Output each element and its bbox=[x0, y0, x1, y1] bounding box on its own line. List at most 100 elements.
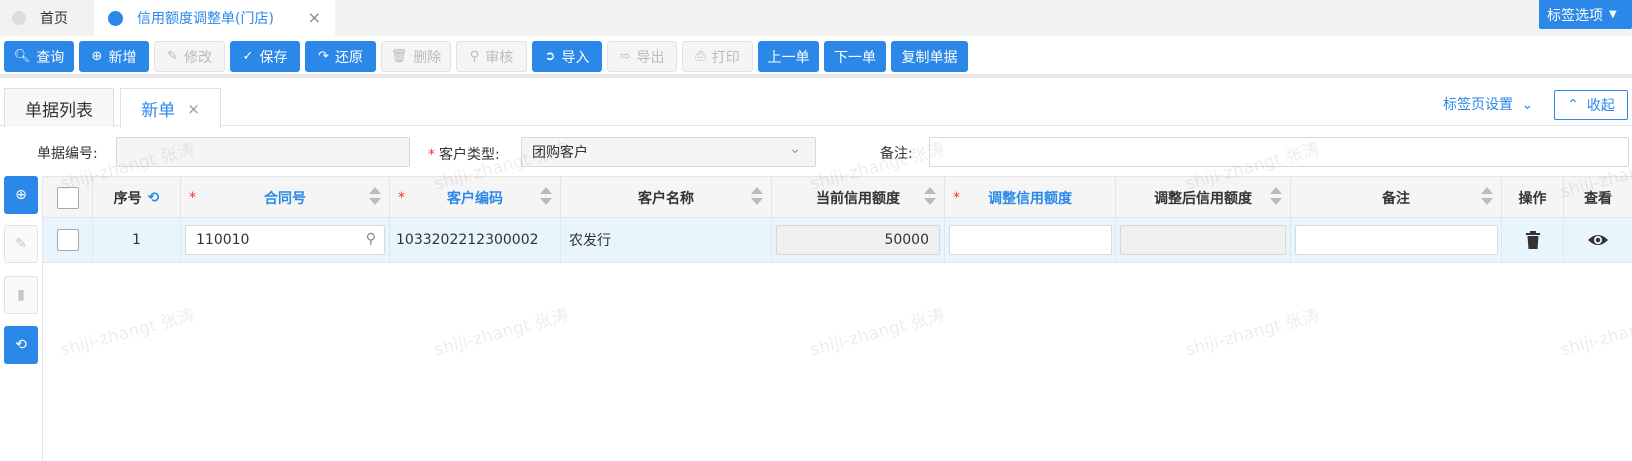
tab-credit-adjustment-label: 信用额度调整单(门店) bbox=[137, 11, 274, 27]
header-seq-label: 序号 bbox=[113, 190, 142, 207]
tag-options-label: 标签选项 bbox=[1547, 7, 1603, 24]
row-action-sidebar: ⊕ ✎ ▮ ⟲ bbox=[0, 176, 43, 461]
tab-doc-list-label: 单据列表 bbox=[25, 100, 93, 121]
row-cust-code: 1033202212300002 bbox=[390, 218, 561, 262]
row-adjust-credit-cell bbox=[945, 218, 1116, 262]
collapse-button[interactable]: ⌃ 收起 bbox=[1554, 90, 1628, 120]
restore-label: 还原 bbox=[334, 49, 363, 66]
collapse-label: 收起 bbox=[1586, 98, 1615, 114]
query-button[interactable]: 🔍︎ 查询 bbox=[4, 41, 74, 72]
row-after-credit-cell bbox=[1116, 218, 1291, 262]
row-contract-cell: 110010 ⚲ bbox=[181, 218, 390, 262]
required-mark: * bbox=[398, 189, 405, 206]
tab-settings-link[interactable]: 标签页设置 ⌄ bbox=[1443, 94, 1533, 114]
contract-input[interactable]: 110010 ⚲ bbox=[185, 225, 385, 255]
refresh-icon[interactable]: ⟲ bbox=[148, 190, 160, 206]
contract-value: 110010 bbox=[196, 232, 250, 248]
table-row[interactable]: 1 110010 ⚲ 1033202212300002 农发行 50000 bbox=[43, 218, 1632, 263]
header-seq[interactable]: 序号 ⟲ bbox=[93, 177, 181, 218]
add-row-button[interactable]: ⊕ bbox=[4, 176, 38, 214]
sort-icon[interactable] bbox=[369, 187, 381, 207]
doc-no-label: 单据编号: bbox=[37, 146, 98, 162]
trash-icon: ▮ bbox=[17, 287, 25, 303]
tag-options-button[interactable]: 标签选项 ▼ bbox=[1539, 0, 1632, 29]
sort-icon[interactable] bbox=[751, 187, 763, 207]
query-label: 查询 bbox=[36, 49, 65, 66]
tab-new-doc[interactable]: 新单 × bbox=[120, 88, 221, 128]
edit-label: 修改 bbox=[183, 49, 212, 66]
save-button[interactable]: ✓ 保存 bbox=[230, 41, 300, 72]
current-credit-field: 50000 bbox=[776, 225, 940, 255]
header-adjust-credit-label: 调整信用额度 bbox=[988, 190, 1072, 207]
plus-circle-icon: ⊕ bbox=[15, 187, 27, 203]
export-icon: ⇨ bbox=[619, 49, 631, 64]
active-dot-icon bbox=[108, 10, 123, 26]
search-icon: 🔍︎ bbox=[13, 49, 31, 64]
delete-row-button[interactable]: ▮ bbox=[4, 276, 38, 314]
row-remark-cell bbox=[1291, 218, 1502, 262]
header-current-credit-label: 当前信用额度 bbox=[816, 190, 900, 207]
sort-icon[interactable] bbox=[1270, 187, 1282, 207]
row-remark-input[interactable] bbox=[1295, 225, 1498, 255]
header-remark[interactable]: 备注 bbox=[1291, 177, 1502, 218]
prev-doc-label: 上一单 bbox=[767, 49, 810, 66]
tab-credit-adjustment[interactable]: 信用额度调整单(门店) × bbox=[94, 0, 335, 36]
adjust-credit-input[interactable] bbox=[949, 225, 1112, 255]
header-contract[interactable]: * 合同号 bbox=[181, 177, 390, 218]
import-button[interactable]: ➲ 导入 bbox=[532, 41, 602, 72]
add-button[interactable]: ⊕ 新增 bbox=[79, 41, 149, 72]
close-icon[interactable]: × bbox=[187, 100, 200, 118]
header-cust-name-label: 客户名称 bbox=[638, 190, 694, 207]
chevron-up-icon: ⌃ bbox=[1567, 97, 1579, 113]
header-action-label: 操作 bbox=[1518, 190, 1547, 207]
export-label: 导出 bbox=[636, 49, 665, 66]
sort-icon[interactable] bbox=[540, 187, 552, 207]
trash-icon[interactable] bbox=[1525, 231, 1540, 249]
tab-doc-list[interactable]: 单据列表 bbox=[4, 88, 114, 127]
restore-button[interactable]: ↷ 还原 bbox=[305, 41, 376, 72]
print-button[interactable]: ⎙ 打印 bbox=[682, 41, 753, 72]
row-checkbox[interactable] bbox=[56, 229, 79, 251]
prev-doc-button[interactable]: 上一单 bbox=[758, 41, 819, 72]
trash-icon: 🗑︎ bbox=[390, 49, 408, 64]
header-contract-label: 合同号 bbox=[264, 190, 306, 207]
detail-grid: 序号 ⟲ * 合同号 * 客户编码 客户名称 当前信用额度 * 调整信用额度 调… bbox=[43, 176, 1632, 461]
required-mark: * bbox=[428, 147, 435, 163]
required-mark: * bbox=[953, 189, 960, 206]
export-button[interactable]: ⇨ 导出 bbox=[607, 41, 677, 72]
sort-icon[interactable] bbox=[1481, 187, 1493, 207]
chevron-down-icon: ⌄ bbox=[1521, 97, 1534, 113]
chevron-down-icon: ⌄ bbox=[789, 141, 801, 157]
header-current-credit[interactable]: 当前信用额度 bbox=[772, 177, 945, 218]
after-credit-field bbox=[1120, 225, 1286, 255]
add-label: 新增 bbox=[108, 49, 137, 66]
tab-new-doc-label: 新单 bbox=[141, 101, 176, 121]
audit-button[interactable]: ⚲ 审核 bbox=[456, 41, 527, 72]
row-view-cell bbox=[1564, 218, 1632, 262]
sort-icon[interactable] bbox=[924, 187, 936, 207]
next-doc-label: 下一单 bbox=[834, 49, 876, 66]
header-remark-label: 备注 bbox=[1382, 190, 1410, 207]
header-cust-name[interactable]: 客户名称 bbox=[561, 177, 772, 218]
search-icon[interactable]: ⚲ bbox=[366, 231, 376, 247]
close-tab-icon[interactable]: × bbox=[308, 8, 321, 27]
header-adjust-credit[interactable]: * 调整信用额度 bbox=[945, 177, 1116, 218]
header-cust-code-label: 客户编码 bbox=[447, 190, 503, 207]
eye-icon[interactable] bbox=[1587, 233, 1609, 247]
edit-row-button[interactable]: ✎ bbox=[4, 225, 38, 263]
copy-doc-button[interactable]: 复制单据 bbox=[891, 41, 968, 72]
refresh-row-button[interactable]: ⟲ bbox=[4, 326, 38, 364]
tab-home[interactable]: 首页 bbox=[0, 0, 88, 36]
import-label: 导入 bbox=[561, 49, 590, 66]
redo-icon: ↷ bbox=[318, 49, 329, 64]
caret-down-icon: ▼ bbox=[1609, 9, 1617, 20]
next-doc-button[interactable]: 下一单 bbox=[824, 41, 886, 72]
audit-label: 审核 bbox=[485, 49, 514, 66]
row-cust-name: 农发行 bbox=[561, 218, 772, 262]
plus-circle-icon: ⊕ bbox=[91, 49, 103, 64]
required-mark: * bbox=[189, 189, 196, 206]
edit-button[interactable]: ✎ 修改 bbox=[154, 41, 225, 72]
pencil-icon: ✎ bbox=[15, 236, 27, 252]
delete-button[interactable]: 🗑︎ 删除 bbox=[381, 41, 451, 72]
delete-label: 删除 bbox=[413, 49, 442, 66]
